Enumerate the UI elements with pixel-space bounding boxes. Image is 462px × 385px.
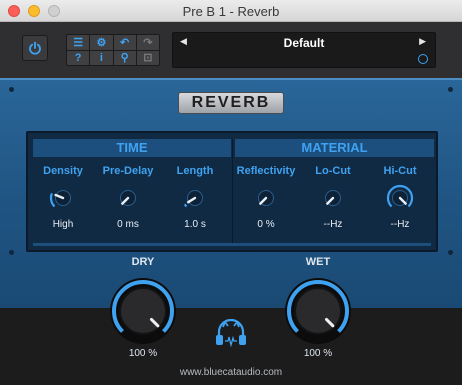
menu-icon[interactable]: ☰ [67, 35, 90, 50]
preset-info-icon[interactable] [418, 54, 428, 64]
blue-cat-headphones-logo-icon [216, 319, 246, 347]
info-icon[interactable]: i [90, 50, 113, 65]
knob-label: Density [43, 165, 83, 177]
wet-value: 100 % [303, 348, 333, 359]
power-button[interactable] [22, 35, 48, 61]
knob-value: High [52, 219, 74, 230]
knob-pre-delay[interactable]: Pre-Delay 0 ms [95, 165, 161, 230]
knob-dial[interactable] [48, 183, 78, 213]
parameters-panel: TIME MATERIAL Density High Pre-Delay 0 ms Le… [26, 131, 438, 252]
next-preset-icon[interactable]: ▶ [419, 36, 426, 47]
screw-icon [9, 87, 14, 92]
reverb-plugin-panel: REVERB TIME MATERIAL Density High Pre-Dela… [0, 78, 462, 308]
settings-gear-icon[interactable]: ⚙ [90, 35, 113, 50]
knob-label: Reflectivity [236, 165, 296, 177]
window-title: Pre B 1 - Reverb [182, 4, 280, 19]
help-icon[interactable]: ? [67, 50, 90, 65]
big-knob-body [119, 287, 167, 335]
knob-value: --Hz [390, 219, 410, 230]
redo-icon[interactable]: ↷ [136, 35, 159, 50]
window-titlebar: Pre B 1 - Reverb [0, 0, 462, 22]
knob-value: 1.0 s [184, 219, 206, 230]
undo-icon[interactable]: ↶ [113, 35, 136, 50]
knob-arc [49, 192, 56, 208]
plugin-footer: DRY 100 % WET 100 % www.bluecataudio.com [0, 256, 462, 385]
knob-dial[interactable] [251, 183, 281, 213]
big-knob-body [294, 287, 342, 335]
dry-label: DRY [131, 256, 155, 268]
search-icon[interactable]: ⚲ [113, 50, 136, 65]
screw-icon [448, 250, 453, 255]
knob-value: 0 % [257, 219, 275, 230]
knob-density[interactable]: Density High [30, 165, 96, 230]
panel-bottom-strip [33, 243, 431, 246]
wet-label: WET [305, 256, 331, 268]
knob-reflectivity[interactable]: Reflectivity 0 % [233, 165, 299, 230]
knob-dial[interactable] [385, 183, 415, 213]
knob-dial[interactable] [318, 183, 348, 213]
knob-dial[interactable] [113, 183, 143, 213]
knob-hi-cut[interactable]: Hi-Cut --Hz [367, 165, 433, 230]
lock-icon[interactable]: ⊡ [136, 50, 159, 65]
section-material-header: MATERIAL [235, 139, 434, 157]
knob-dial[interactable] [180, 183, 210, 213]
knob-label: Length [176, 165, 214, 177]
dry-value: 100 % [128, 348, 158, 359]
knob-label: Pre-Delay [102, 165, 154, 177]
knob-label: Lo-Cut [315, 165, 351, 177]
preset-selector[interactable]: ◀ Default ▶ [172, 32, 436, 68]
toolbar-grid: ☰ ⚙ ↶ ↷? i ⚲ ⊡ [66, 34, 160, 66]
screw-icon [9, 250, 14, 255]
screw-icon [448, 87, 453, 92]
dry-knob[interactable] [108, 276, 178, 346]
knob-arc [183, 203, 188, 208]
plugin-title: REVERB [178, 92, 284, 114]
knob-length[interactable]: Length 1.0 s [162, 165, 228, 230]
knob-lo-cut[interactable]: Lo-Cut --Hz [300, 165, 366, 230]
power-icon [29, 41, 41, 55]
knob-label: Hi-Cut [383, 165, 417, 177]
section-time-header: TIME [33, 139, 231, 157]
host-toolbar: ☰ ⚙ ↶ ↷? i ⚲ ⊡ ◀ Default ▶ [0, 22, 462, 78]
knob-value: --Hz [323, 219, 343, 230]
website-link[interactable]: www.bluecataudio.com [0, 367, 462, 378]
wet-knob[interactable] [283, 276, 353, 346]
knob-value: 0 ms [117, 219, 139, 230]
preset-name[interactable]: Default [173, 36, 435, 50]
